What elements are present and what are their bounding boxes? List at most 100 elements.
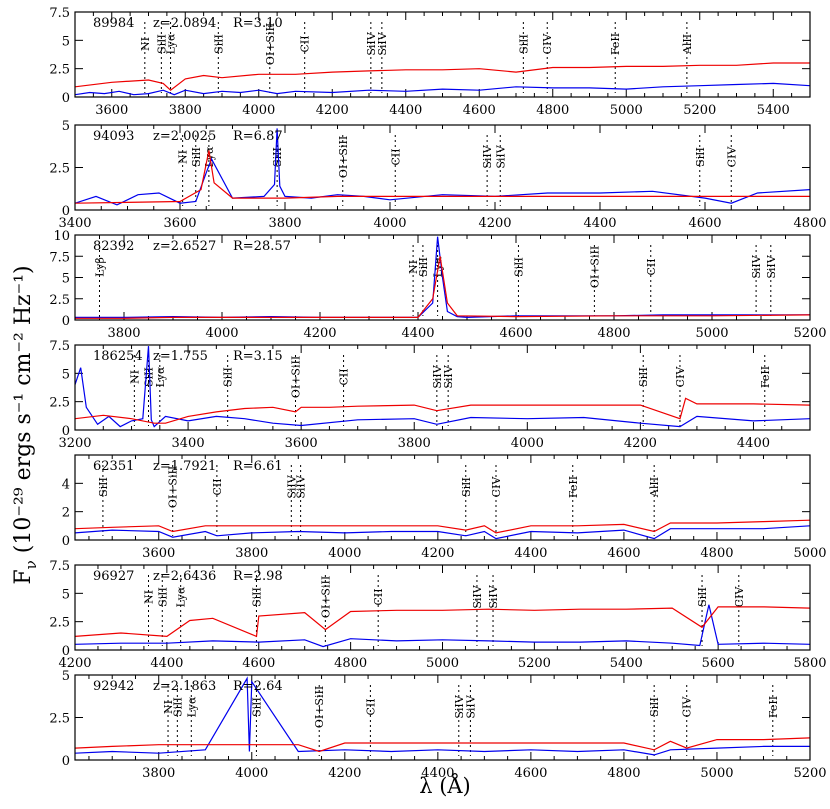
resolution-label: R=28.57 bbox=[233, 239, 291, 254]
x-tick-label: 4800 bbox=[607, 766, 640, 781]
line-marker-label: FeII bbox=[567, 476, 580, 498]
y-tick-label: 2.5 bbox=[49, 396, 70, 411]
x-tick-label: 3600 bbox=[163, 216, 196, 231]
resolution-label: R=2.64 bbox=[233, 679, 283, 694]
x-tick-label: 3600 bbox=[142, 546, 175, 561]
line-marker-label: CIV bbox=[681, 696, 694, 718]
spectrum-panel-92942: 02.553800 4000 4200 4400 4600 4800 5000 5200NIS… bbox=[49, 669, 826, 781]
x-tick-label: 4800 bbox=[793, 216, 826, 231]
line-marker-label: SiIV bbox=[750, 254, 763, 278]
line-marker-label: SiIV bbox=[494, 144, 507, 168]
spectrum-panel-94093: 02.553400 3600 3800 4000 4200 4400 4600 4800NI S… bbox=[49, 119, 826, 231]
y-tick-label: 0 bbox=[62, 534, 70, 549]
x-tick-label: 4600 bbox=[688, 216, 721, 231]
object-id-label: 96927 bbox=[93, 569, 134, 584]
x-tick-label: 4200 bbox=[328, 766, 361, 781]
spectrum-series-line bbox=[75, 525, 810, 540]
line-marker-label: SiII bbox=[517, 34, 530, 54]
y-axis-label-subscript: ν bbox=[22, 560, 40, 569]
y-axis-label: Fν (10⁻²⁹ ergs s⁻¹ cm⁻² Hz⁻¹) bbox=[11, 265, 40, 584]
x-tick-label: 3400 bbox=[172, 436, 205, 451]
y-tick-label: 7.5 bbox=[49, 339, 70, 354]
line-marker-label: OI+SiII bbox=[588, 246, 601, 288]
line-marker-label: SiII bbox=[156, 587, 169, 607]
line-marker-label: CIV bbox=[490, 476, 503, 498]
x-tick-label: 4400 bbox=[150, 656, 183, 671]
line-marker-label: Lyα bbox=[175, 586, 188, 607]
x-tick-label: 5200 bbox=[683, 103, 716, 118]
spectrum-panel-62351: 0243600 3800 4000 4200 4400 4600 4800 5000SiII O… bbox=[62, 454, 827, 561]
x-tick-label: 5000 bbox=[793, 546, 826, 561]
line-marker-label: CII bbox=[299, 35, 312, 52]
y-tick-label: 0 bbox=[62, 91, 70, 106]
x-tick-label: 5200 bbox=[518, 656, 551, 671]
x-tick-label: 3800 bbox=[398, 436, 431, 451]
line-marker-label: SiII bbox=[694, 147, 707, 167]
line-marker-label: OI+SiII bbox=[313, 686, 326, 728]
line-marker-label: SiII bbox=[190, 147, 203, 167]
resolution-label: R=3.10 bbox=[233, 16, 283, 31]
x-tick-label: 4200 bbox=[421, 546, 454, 561]
line-marker-label: SiIV bbox=[464, 694, 477, 718]
line-marker-label: CIV bbox=[674, 366, 687, 388]
object-id-label: 92942 bbox=[93, 679, 134, 694]
x-tick-label: 4200 bbox=[478, 216, 511, 231]
spectrum-panel-82392: 0 2.5 5 7.5 10 3800 4000 4200 4400 4600 4800 5000 52… bbox=[49, 229, 826, 341]
x-axis-label: λ (Å) bbox=[419, 773, 471, 798]
line-marker-label: OI+SiII bbox=[319, 576, 332, 618]
spectra-figure: 0 2.5 5 7.5 3600 3800 4000 4200 4400 4600 4800 5000… bbox=[0, 0, 830, 805]
line-marker-label: SiIV bbox=[471, 584, 484, 608]
line-marker-label: SiIV bbox=[442, 364, 455, 388]
resolution-label: R=6.61 bbox=[233, 459, 283, 474]
x-tick-label: 4000 bbox=[235, 766, 268, 781]
x-tick-label: 4400 bbox=[401, 326, 434, 341]
y-tick-label: 5 bbox=[62, 367, 70, 382]
y-tick-label: 10 bbox=[53, 229, 70, 244]
x-tick-label: 5000 bbox=[695, 326, 728, 341]
line-marker-label: SiII bbox=[460, 477, 473, 497]
x-tick-label: 4200 bbox=[303, 326, 336, 341]
y-tick-label: 2.5 bbox=[49, 616, 70, 631]
x-tick-label: 4600 bbox=[463, 103, 496, 118]
x-tick-label: 4600 bbox=[242, 656, 275, 671]
line-marker-label: SiII bbox=[97, 477, 110, 497]
x-tick-label: 4400 bbox=[583, 216, 616, 231]
line-marker-label: SiIV bbox=[376, 31, 389, 55]
line-marker-label: Lyβ bbox=[94, 257, 107, 277]
line-marker-label: CII bbox=[338, 368, 351, 385]
y-axis-label-symbol: F bbox=[11, 569, 36, 584]
y-tick-label: 4 bbox=[62, 477, 70, 492]
x-tick-label: 3800 bbox=[142, 766, 175, 781]
redshift-label: z=2.6436 bbox=[153, 569, 216, 584]
redshift-label: z=1.755 bbox=[153, 349, 208, 364]
x-tick-label: 3600 bbox=[95, 103, 128, 118]
x-tick-label: 5600 bbox=[702, 656, 735, 671]
y-tick-label: 2 bbox=[62, 506, 70, 521]
x-tick-label: 4000 bbox=[242, 103, 275, 118]
line-marker-label: CII bbox=[211, 478, 224, 495]
x-tick-label: 5400 bbox=[757, 103, 790, 118]
line-marker-label: CIV bbox=[541, 33, 554, 55]
x-tick-label: 3800 bbox=[235, 546, 268, 561]
x-tick-label: 3200 bbox=[58, 436, 91, 451]
x-tick-label: 4800 bbox=[597, 326, 630, 341]
x-tick-label: 4600 bbox=[514, 766, 547, 781]
line-marker-label: AlII bbox=[648, 477, 661, 498]
y-tick-label: 2.5 bbox=[49, 293, 70, 308]
object-id-label: 94093 bbox=[93, 129, 134, 144]
line-marker-label: SiII bbox=[212, 34, 225, 54]
line-marker-label: AlII bbox=[681, 34, 694, 55]
line-marker-label: FeII bbox=[609, 33, 622, 55]
line-marker-label: FeII bbox=[759, 366, 772, 388]
redshift-label: z=2.0894 bbox=[153, 16, 216, 31]
line-marker-label: NI bbox=[139, 37, 152, 51]
object-id-label: 186254 bbox=[93, 349, 143, 364]
x-tick-label: 4800 bbox=[334, 656, 367, 671]
object-id-label: 82392 bbox=[93, 239, 134, 254]
line-marker-label: CII bbox=[364, 698, 377, 715]
redshift-label: z=1.7921 bbox=[153, 459, 216, 474]
x-tick-label: 5200 bbox=[793, 326, 826, 341]
y-tick-label: 5 bbox=[62, 272, 70, 287]
line-marker-label: NI bbox=[143, 590, 156, 604]
line-marker-label: SiIV bbox=[487, 584, 500, 608]
